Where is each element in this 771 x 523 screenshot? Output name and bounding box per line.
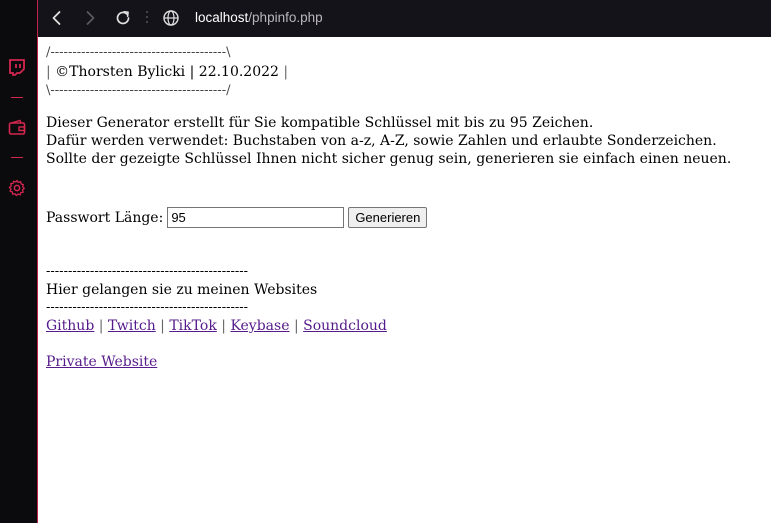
settings-gear-icon[interactable] bbox=[8, 179, 26, 197]
twitch-icon[interactable] bbox=[8, 58, 26, 76]
toolbar-divider bbox=[146, 11, 149, 25]
link-separator: | bbox=[98, 318, 104, 334]
description-line: Dieser Generator erstellt für Sie kompat… bbox=[46, 115, 594, 131]
copyright-box-text: | ©Thorsten Bylicki | 22.10.2022 | bbox=[46, 64, 289, 80]
copyright-box-bottom: \---------------------------------------… bbox=[46, 83, 231, 98]
description-line: Dafür werden verwendet: Buchstaben von a… bbox=[46, 133, 717, 149]
link-tiktok[interactable]: TikTok bbox=[169, 318, 216, 334]
copyright-text: ©Thorsten Bylicki | 22.10.2022 bbox=[55, 64, 279, 80]
link-keybase[interactable]: Keybase bbox=[230, 318, 289, 334]
description-line: Sollte der gezeigte Schlüssel Ihnen nich… bbox=[46, 151, 732, 167]
link-separator: | bbox=[221, 318, 226, 334]
link-private-website[interactable]: Private Website bbox=[46, 354, 157, 370]
browser-toolbar: localhost/phpinfo.php bbox=[38, 0, 771, 37]
private-website: Private Website bbox=[46, 353, 157, 371]
generate-button[interactable]: Generieren bbox=[348, 207, 428, 228]
sidebar-separator bbox=[11, 157, 23, 158]
url-host: localhost bbox=[195, 10, 249, 25]
reload-icon[interactable] bbox=[114, 9, 132, 27]
password-length-input[interactable] bbox=[167, 207, 345, 228]
divider-top: ----------------------------------------… bbox=[46, 264, 249, 279]
divider-bottom: ----------------------------------------… bbox=[46, 300, 249, 315]
sidebar bbox=[0, 0, 38, 523]
forward-arrow-icon[interactable] bbox=[81, 9, 99, 27]
link-separator: | bbox=[293, 318, 299, 334]
link-separator: | bbox=[160, 318, 165, 334]
links-heading: Hier gelangen sie zu meinen Websites bbox=[46, 282, 318, 298]
address-bar[interactable]: localhost/phpinfo.php bbox=[195, 10, 323, 25]
url-path: /phpinfo.php bbox=[248, 10, 323, 25]
link-soundcloud[interactable]: Soundcloud bbox=[303, 318, 387, 334]
sidebar-separator bbox=[11, 97, 23, 98]
back-arrow-icon[interactable] bbox=[48, 9, 66, 27]
description: Dieser Generator erstellt für Sie kompat… bbox=[46, 114, 766, 168]
links-row: Github | Twitch | TikTok | Keybase | Sou… bbox=[46, 317, 387, 335]
copyright-box-top: /---------------------------------------… bbox=[46, 45, 231, 60]
link-twitch[interactable]: Twitch bbox=[108, 318, 156, 334]
page-content: /---------------------------------------… bbox=[46, 44, 766, 370]
globe-icon[interactable] bbox=[162, 9, 180, 27]
link-github[interactable]: Github bbox=[46, 318, 94, 334]
password-form: Passwort Länge: Generieren bbox=[46, 207, 428, 228]
wallet-icon[interactable] bbox=[8, 119, 26, 137]
password-length-label: Passwort Länge: bbox=[46, 209, 164, 226]
